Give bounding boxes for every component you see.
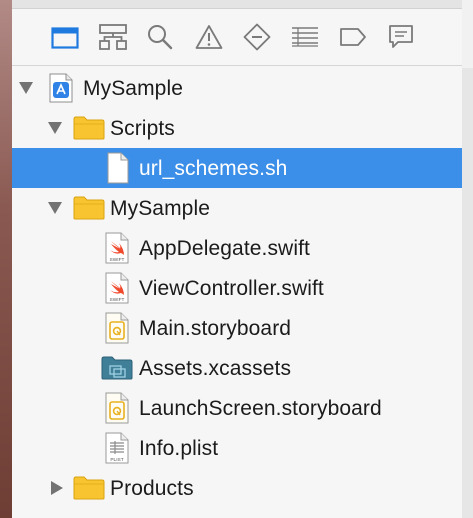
window-top-edge bbox=[12, 0, 462, 9]
tree-row-mysample-group[interactable]: MySample bbox=[12, 188, 462, 228]
file-label: Info.plist bbox=[139, 437, 219, 460]
editor-edge bbox=[462, 0, 473, 518]
tab-breakpoint-navigator[interactable] bbox=[337, 21, 369, 53]
navigator-tab-bar bbox=[12, 9, 462, 66]
diamond-minus-icon bbox=[243, 23, 271, 51]
tree-row-appdelegate[interactable]: SWIFT AppDelegate.swift bbox=[12, 228, 462, 268]
swift-file-icon: SWIFT bbox=[105, 272, 129, 304]
project-navigator: MySample Scripts url_schemes.sh MySample… bbox=[12, 0, 463, 518]
tab-test-navigator[interactable] bbox=[241, 21, 273, 53]
tab-debug-navigator[interactable] bbox=[289, 21, 321, 53]
tab-symbol-navigator[interactable] bbox=[97, 21, 129, 53]
file-label: LaunchScreen.storyboard bbox=[139, 397, 382, 420]
file-label: ViewController.swift bbox=[139, 277, 324, 300]
plist-badge: PLIST bbox=[110, 457, 123, 463]
swift-file-icon: SWIFT bbox=[105, 232, 129, 264]
tree-row-main-storyboard[interactable]: Main.storyboard bbox=[12, 308, 462, 348]
tag-icon bbox=[340, 28, 366, 46]
tree-row-project[interactable]: MySample bbox=[12, 68, 462, 108]
tab-project-navigator[interactable] bbox=[49, 21, 81, 53]
folder-icon bbox=[73, 476, 105, 500]
list-icon bbox=[292, 27, 318, 47]
file-label: Assets.xcassets bbox=[139, 357, 292, 380]
tree-row-info-plist[interactable]: PLIST Info.plist bbox=[12, 428, 462, 468]
project-name: MySample bbox=[83, 77, 183, 100]
group-label-products: Products bbox=[110, 477, 194, 500]
warning-icon bbox=[195, 25, 223, 49]
tab-find-navigator[interactable] bbox=[144, 21, 176, 53]
group-label-mysample: MySample bbox=[110, 197, 210, 220]
desktop-background bbox=[0, 0, 12, 518]
asset-catalog-icon bbox=[101, 356, 133, 380]
disclosure-expanded-icon[interactable] bbox=[47, 121, 63, 135]
editor-edge-top bbox=[462, 0, 473, 68]
tree-row-scripts-group[interactable]: Scripts bbox=[12, 108, 462, 148]
swift-badge: SWIFT bbox=[110, 297, 125, 303]
search-icon bbox=[148, 25, 173, 50]
group-label-scripts: Scripts bbox=[110, 117, 175, 140]
tab-report-navigator[interactable] bbox=[385, 21, 417, 53]
swift-badge: SWIFT bbox=[110, 257, 125, 263]
file-label: Main.storyboard bbox=[139, 317, 292, 340]
tree-row-launchscreen[interactable]: LaunchScreen.storyboard bbox=[12, 388, 462, 428]
disclosure-expanded-icon[interactable] bbox=[47, 201, 63, 215]
tree-row-products-group[interactable]: Products bbox=[12, 468, 462, 508]
chat-icon bbox=[389, 25, 413, 48]
disclosure-collapsed-icon[interactable] bbox=[49, 481, 65, 495]
folder-icon bbox=[73, 196, 105, 220]
folder-icon bbox=[73, 116, 105, 140]
script-file-icon bbox=[107, 152, 129, 184]
tree-row-viewcontroller[interactable]: SWIFT ViewController.swift bbox=[12, 268, 462, 308]
storyboard-file-icon bbox=[105, 312, 129, 344]
storyboard-file-icon bbox=[105, 392, 129, 424]
tree-row-assets[interactable]: Assets.xcassets bbox=[12, 348, 462, 388]
xcode-project-icon bbox=[49, 73, 73, 103]
plist-file-icon: PLIST bbox=[105, 432, 129, 464]
folder-icon bbox=[51, 27, 79, 49]
disclosure-expanded-icon[interactable] bbox=[18, 81, 34, 95]
file-label-selected: url_schemes.sh bbox=[139, 157, 288, 180]
hierarchy-icon bbox=[99, 24, 127, 50]
tab-issue-navigator[interactable] bbox=[193, 21, 225, 53]
tree-row-url-schemes[interactable]: url_schemes.sh bbox=[12, 148, 462, 188]
file-label: AppDelegate.swift bbox=[139, 237, 310, 260]
